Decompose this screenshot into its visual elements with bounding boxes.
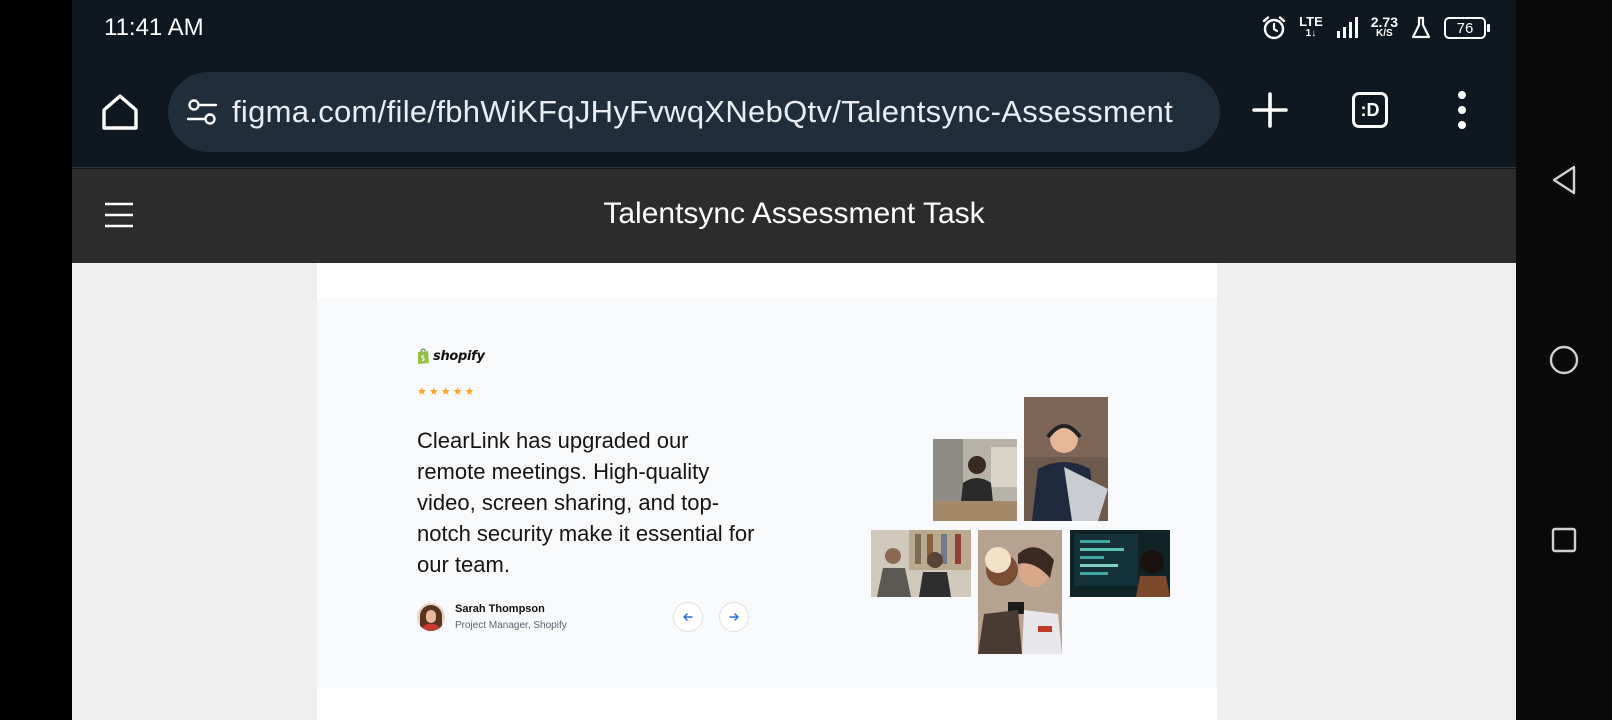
avatar — [417, 603, 445, 631]
shopify-logo: shopify — [417, 348, 485, 364]
screen-bezel-left — [0, 0, 72, 720]
arrow-right-icon — [729, 613, 739, 621]
star-icon: ★ — [464, 386, 475, 398]
status-bar: 11:41 AM LTE 1↓ 2.73 K/S 76 — [72, 0, 1516, 56]
phone-screen: 11:41 AM LTE 1↓ 2.73 K/S 76 figma.com/fi… — [72, 0, 1516, 720]
star-icon: ★ — [452, 386, 463, 398]
flask-icon — [1411, 16, 1431, 39]
alarm-icon — [1262, 16, 1286, 40]
rating-stars: ★ ★ ★ ★ ★ — [417, 387, 474, 398]
photo-developer-screen — [1070, 530, 1170, 597]
photo-man-working — [933, 439, 1017, 521]
figma-canvas[interactable]: shopify ★ ★ ★ ★ ★ ClearLink has upgraded… — [72, 263, 1516, 720]
author-role: Project Manager, Shopify — [455, 620, 567, 631]
author-block: Sarah Thompson Project Manager, Shopify — [417, 603, 567, 631]
status-icons: LTE 1↓ 2.73 K/S 76 — [1261, 12, 1490, 44]
star-icon: ★ — [440, 386, 451, 398]
photo-man-headphones — [1024, 397, 1108, 521]
next-button[interactable] — [719, 602, 749, 632]
android-nav-bar — [1516, 0, 1612, 720]
tab-switcher-button[interactable]: :D — [1352, 92, 1388, 128]
url-text[interactable]: figma.com/file/fbhWiKFqJHyFvwqXNebQtv/Ta… — [232, 94, 1173, 130]
photo-women-phone — [978, 530, 1062, 654]
more-vert-icon[interactable] — [1456, 90, 1468, 130]
design-frame[interactable]: shopify ★ ★ ★ ★ ★ ClearLink has upgraded… — [317, 263, 1217, 720]
browser-toolbar: figma.com/file/fbhWiKFqJHyFvwqXNebQtv/Ta… — [72, 56, 1516, 168]
testimonial-quote: ClearLink has upgraded our remote meetin… — [417, 428, 755, 577]
network-speed: 2.73 K/S — [1370, 14, 1398, 40]
previous-button[interactable] — [673, 602, 703, 632]
star-icon: ★ — [417, 386, 427, 398]
home-icon[interactable] — [98, 90, 142, 134]
brand-name: shopify — [433, 348, 485, 364]
network-label: LTE — [1299, 14, 1323, 29]
network-sub: 1↓ — [1305, 28, 1317, 39]
testimonial-section: shopify ★ ★ ★ ★ ★ ClearLink has upgraded… — [317, 298, 1217, 688]
signal-icon — [1336, 17, 1358, 38]
address-bar[interactable]: figma.com/file/fbhWiKFqJHyFvwqXNebQtv/Ta… — [168, 72, 1220, 152]
circle-home-icon[interactable] — [1548, 344, 1580, 376]
file-title: Talentsync Assessment Task — [603, 197, 985, 230]
network-indicator: LTE 1↓ — [1299, 14, 1323, 40]
battery-indicator: 76 — [1444, 17, 1490, 39]
shopify-bag-icon — [418, 348, 429, 364]
photo-friends-laughing — [871, 530, 971, 597]
plus-icon[interactable] — [1250, 90, 1290, 130]
figma-header: Talentsync Assessment Task — [72, 169, 1516, 263]
author-name: Sarah Thompson — [455, 603, 545, 615]
star-icon: ★ — [428, 386, 439, 398]
square-recents-icon[interactable] — [1548, 524, 1580, 556]
tune-icon[interactable] — [186, 98, 218, 126]
triangle-back-icon[interactable] — [1548, 164, 1580, 196]
status-time: 11:41 AM — [104, 14, 204, 41]
arrow-left-icon — [683, 613, 693, 621]
speed-value: 2.73 — [1370, 14, 1398, 30]
